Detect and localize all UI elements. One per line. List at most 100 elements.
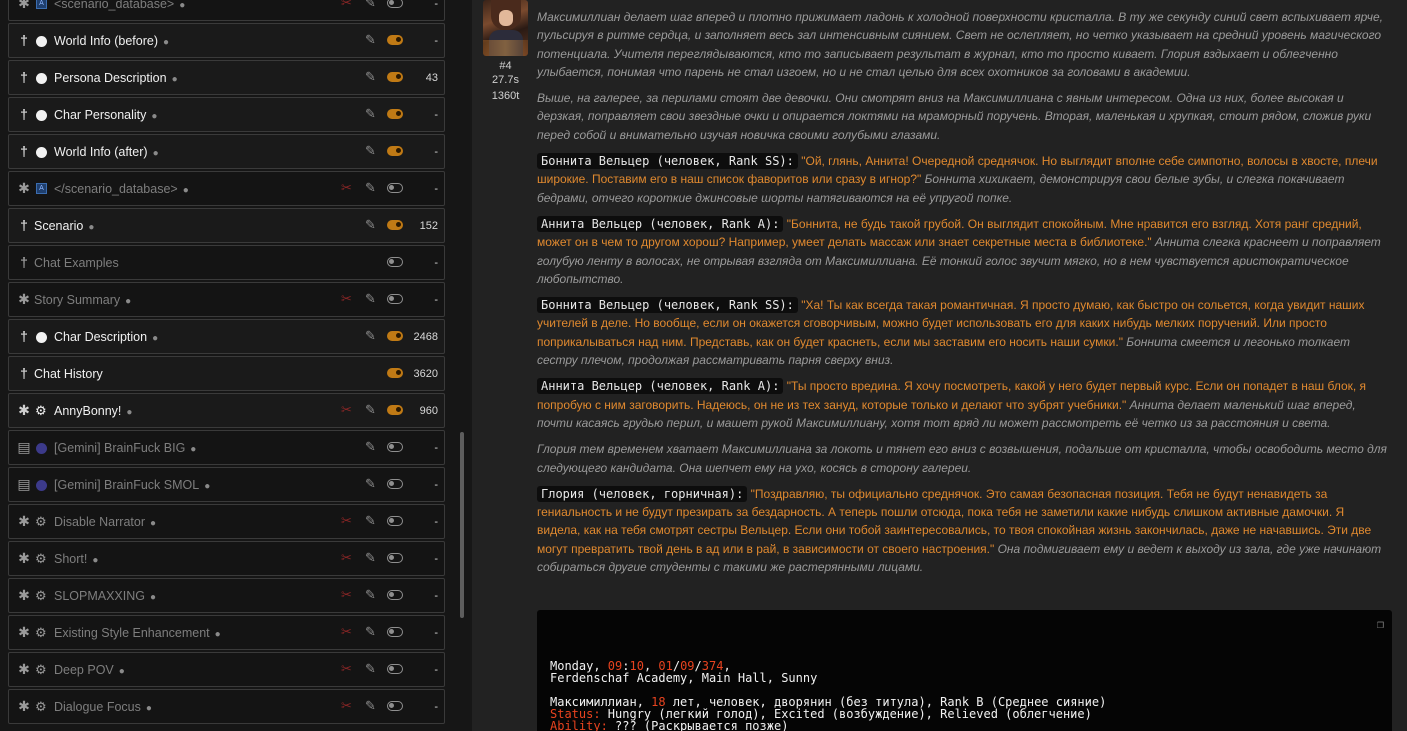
unlink-icon[interactable]: ✂ bbox=[341, 698, 352, 714]
asterisk-icon[interactable]: ✱ bbox=[17, 550, 31, 566]
toggle-icon[interactable] bbox=[387, 368, 403, 378]
asterisk-icon[interactable]: ✱ bbox=[17, 0, 31, 11]
prompt-name[interactable]: Char Personality ● bbox=[54, 107, 157, 125]
pencil-icon[interactable]: ✎ bbox=[365, 476, 376, 492]
pencil-icon[interactable]: ✎ bbox=[365, 513, 376, 529]
pencil-icon[interactable]: ✎ bbox=[365, 439, 376, 455]
prompt-name[interactable]: Existing Style Enhancement ● bbox=[54, 625, 221, 643]
document-icon[interactable]: ▤ bbox=[17, 439, 31, 455]
prompt-name[interactable]: World Info (before) ● bbox=[54, 33, 169, 51]
pencil-icon[interactable]: ✎ bbox=[365, 106, 376, 122]
toggle-icon[interactable] bbox=[387, 590, 403, 600]
prompt-row-scenario[interactable]: † Scenario ● ✎ 152 bbox=[8, 208, 445, 243]
prompt-row-chat-history[interactable]: † Chat History 3620 bbox=[8, 356, 445, 391]
pencil-icon[interactable]: ✎ bbox=[365, 69, 376, 85]
prompt-name[interactable]: Chat History bbox=[34, 366, 103, 382]
pencil-icon[interactable]: ✎ bbox=[365, 32, 376, 48]
toggle-icon[interactable] bbox=[387, 479, 403, 489]
pin-icon[interactable]: † bbox=[17, 217, 31, 233]
pin-icon[interactable]: † bbox=[17, 69, 31, 85]
prompt-name[interactable]: Dialogue Focus ● bbox=[54, 699, 152, 717]
pencil-icon[interactable]: ✎ bbox=[365, 698, 376, 714]
prompt-name[interactable]: Chat Examples bbox=[34, 255, 119, 271]
pin-icon[interactable]: † bbox=[17, 365, 31, 381]
prompt-row-dialogue-focus[interactable]: ✱ ⚙ Dialogue Focus ● ✂ ✎ - bbox=[8, 689, 445, 724]
prompt-row-slopmaxxing[interactable]: ✱ ⚙ SLOPMAXXING ● ✂ ✎ - bbox=[8, 578, 445, 613]
prompt-name[interactable]: <scenario_database> ● bbox=[54, 0, 185, 14]
prompt-row-persona-description[interactable]: † Persona Description ● ✎ 43 bbox=[8, 60, 445, 95]
prompt-row-char-personality[interactable]: † Char Personality ● ✎ - bbox=[8, 97, 445, 132]
prompt-name[interactable]: World Info (after) ● bbox=[54, 144, 159, 162]
toggle-icon[interactable] bbox=[387, 183, 403, 193]
toggle-icon[interactable] bbox=[387, 294, 403, 304]
copy-icon[interactable]: ❐ bbox=[1377, 618, 1384, 630]
toggle-icon[interactable] bbox=[387, 220, 403, 230]
toggle-icon[interactable] bbox=[387, 627, 403, 637]
prompt-row-char-description[interactable]: † Char Description ● ✎ 2468 bbox=[8, 319, 445, 354]
unlink-icon[interactable]: ✂ bbox=[341, 550, 352, 566]
pencil-icon[interactable]: ✎ bbox=[365, 587, 376, 603]
prompt-name[interactable]: </scenario_database> ● bbox=[54, 181, 189, 199]
pin-icon[interactable]: † bbox=[17, 328, 31, 344]
prompt-list-scrollbar[interactable] bbox=[460, 432, 464, 618]
asterisk-icon[interactable]: ✱ bbox=[17, 180, 31, 196]
toggle-icon[interactable] bbox=[387, 35, 403, 45]
pencil-icon[interactable]: ✎ bbox=[365, 291, 376, 307]
pencil-icon[interactable]: ✎ bbox=[365, 180, 376, 196]
asterisk-icon[interactable]: ✱ bbox=[17, 587, 31, 603]
unlink-icon[interactable]: ✂ bbox=[341, 587, 352, 603]
prompt-row-scenario-database-open[interactable]: ✱ A <scenario_database> ● ✂ ✎ - bbox=[8, 0, 445, 21]
toggle-icon[interactable] bbox=[387, 331, 403, 341]
prompt-row-scenario-database-close[interactable]: ✱ A </scenario_database> ● ✂ ✎ - bbox=[8, 171, 445, 206]
pencil-icon[interactable]: ✎ bbox=[365, 143, 376, 159]
prompt-row-existing-style-enhancement[interactable]: ✱ ⚙ Existing Style Enhancement ● ✂ ✎ - bbox=[8, 615, 445, 650]
toggle-icon[interactable] bbox=[387, 146, 403, 156]
pencil-icon[interactable]: ✎ bbox=[365, 550, 376, 566]
asterisk-icon[interactable]: ✱ bbox=[17, 661, 31, 677]
prompt-name[interactable]: Short! ● bbox=[54, 551, 98, 569]
prompt-row-world-info-after[interactable]: † World Info (after) ● ✎ - bbox=[8, 134, 445, 169]
pencil-icon[interactable]: ✎ bbox=[365, 402, 376, 418]
toggle-icon[interactable] bbox=[387, 664, 403, 674]
unlink-icon[interactable]: ✂ bbox=[341, 0, 352, 11]
prompt-row-annybonny[interactable]: ✱ ⚙ AnnyBonny! ● ✂ ✎ 960 bbox=[8, 393, 445, 428]
pencil-icon[interactable]: ✎ bbox=[365, 624, 376, 640]
prompt-name[interactable]: Persona Description ● bbox=[54, 70, 178, 88]
prompt-row-disable-narrator[interactable]: ✱ ⚙ Disable Narrator ● ✂ ✎ - bbox=[8, 504, 445, 539]
toggle-icon[interactable] bbox=[387, 109, 403, 119]
unlink-icon[interactable]: ✂ bbox=[341, 291, 352, 307]
pin-icon[interactable]: † bbox=[17, 143, 31, 159]
toggle-icon[interactable] bbox=[387, 72, 403, 82]
asterisk-icon[interactable]: ✱ bbox=[17, 291, 31, 307]
toggle-icon[interactable] bbox=[387, 405, 403, 415]
prompt-row-gemini-brainfuck-big[interactable]: ▤ [Gemini] BrainFuck BIG ● ✎ - bbox=[8, 430, 445, 465]
prompt-name[interactable]: [Gemini] BrainFuck BIG ● bbox=[54, 440, 196, 458]
unlink-icon[interactable]: ✂ bbox=[341, 624, 352, 640]
toggle-icon[interactable] bbox=[387, 516, 403, 526]
asterisk-icon[interactable]: ✱ bbox=[17, 698, 31, 714]
toggle-icon[interactable] bbox=[387, 0, 403, 8]
prompt-name[interactable]: Scenario ● bbox=[34, 218, 94, 236]
asterisk-icon[interactable]: ✱ bbox=[17, 624, 31, 640]
unlink-icon[interactable]: ✂ bbox=[341, 180, 352, 196]
pin-icon[interactable]: † bbox=[17, 106, 31, 122]
prompt-name[interactable]: Char Description ● bbox=[54, 329, 158, 347]
asterisk-icon[interactable]: ✱ bbox=[17, 402, 31, 418]
prompt-row-chat-examples[interactable]: † Chat Examples - bbox=[8, 245, 445, 280]
pencil-icon[interactable]: ✎ bbox=[365, 217, 376, 233]
prompt-name[interactable]: Story Summary ● bbox=[34, 292, 131, 310]
prompt-row-gemini-brainfuck-smol[interactable]: ▤ [Gemini] BrainFuck SMOL ● ✎ - bbox=[8, 467, 445, 502]
toggle-icon[interactable] bbox=[387, 442, 403, 452]
prompt-name[interactable]: SLOPMAXXING ● bbox=[54, 588, 156, 606]
asterisk-icon[interactable]: ✱ bbox=[17, 513, 31, 529]
prompt-name[interactable]: [Gemini] BrainFuck SMOL ● bbox=[54, 477, 210, 495]
pin-icon[interactable]: † bbox=[17, 32, 31, 48]
toggle-icon[interactable] bbox=[387, 553, 403, 563]
prompt-row-story-summary[interactable]: ✱ Story Summary ● ✂ ✎ - bbox=[8, 282, 445, 317]
unlink-icon[interactable]: ✂ bbox=[341, 661, 352, 677]
character-avatar[interactable] bbox=[483, 0, 528, 56]
pencil-icon[interactable]: ✎ bbox=[365, 328, 376, 344]
prompt-name[interactable]: Deep POV ● bbox=[54, 662, 125, 680]
toggle-icon[interactable] bbox=[387, 701, 403, 711]
toggle-icon[interactable] bbox=[387, 257, 403, 267]
